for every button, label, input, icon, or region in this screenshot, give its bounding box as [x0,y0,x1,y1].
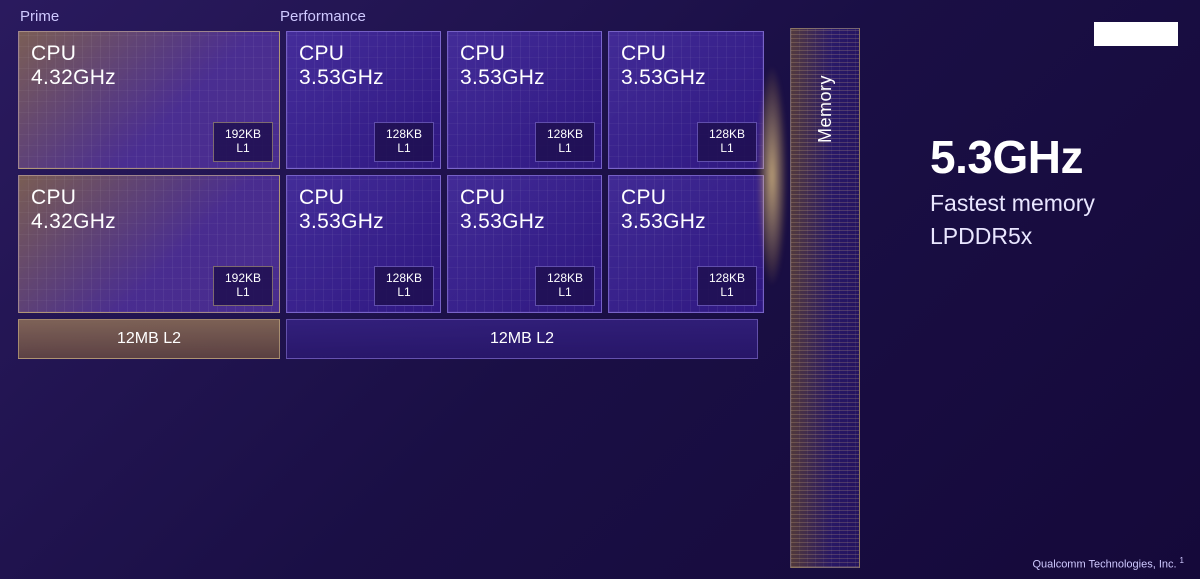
l1-size: 192KB [222,128,264,142]
l1-label: L1 [706,286,748,300]
core-title: CPU [460,186,589,210]
prime-label: Prime [18,8,274,25]
core-grid: CPU 4.32GHz 192KB L1 CPU 3.53GHz 128KB L… [18,31,758,313]
core-freq: 3.53GHz [621,66,751,90]
perf-core: CPU 3.53GHz 128KB L1 [286,175,441,313]
l2-row: 12MB L2 12MB L2 [18,319,758,359]
core-title: CPU [621,186,751,210]
prime-core: CPU 4.32GHz 192KB L1 [18,175,280,313]
l1-cache: 128KB L1 [374,122,434,162]
l1-label: L1 [383,286,425,300]
l1-cache: 128KB L1 [697,266,757,306]
headline-block: 5.3GHz Fastest memory LPDDR5x [930,130,1190,250]
l1-size: 128KB [544,128,586,142]
prime-core: CPU 4.32GHz 192KB L1 [18,31,280,169]
core-freq: 3.53GHz [299,66,428,90]
headline-speed: 5.3GHz [930,130,1190,184]
perf-core: CPU 3.53GHz 128KB L1 [286,31,441,169]
l1-label: L1 [383,142,425,156]
perf-core: CPU 3.53GHz 128KB L1 [447,31,602,169]
headline-line2: LPDDR5x [930,223,1190,250]
l1-size: 128KB [383,272,425,286]
cluster-labels: Prime Performance [18,8,758,25]
l1-size: 192KB [222,272,264,286]
l1-label: L1 [222,286,264,300]
core-freq: 4.32GHz [31,66,267,90]
l1-label: L1 [544,142,586,156]
l1-size: 128KB [706,272,748,286]
l1-cache: 128KB L1 [535,122,595,162]
footer-sup: 1 [1180,556,1184,565]
core-title: CPU [460,42,589,66]
core-title: CPU [621,42,751,66]
headline-line1: Fastest memory [930,190,1190,217]
l1-label: L1 [222,142,264,156]
prime-l2: 12MB L2 [18,319,280,359]
core-title: CPU [31,42,267,66]
l1-cache: 192KB L1 [213,122,273,162]
brand-logo [1094,22,1178,46]
performance-l2: 12MB L2 [286,319,758,359]
l1-cache: 128KB L1 [697,122,757,162]
performance-label: Performance [274,8,366,25]
core-freq: 3.53GHz [460,210,589,234]
l1-size: 128KB [383,128,425,142]
l1-label: L1 [544,286,586,300]
perf-core: CPU 3.53GHz 128KB L1 [608,31,764,169]
memory-label: Memory [815,75,836,143]
l1-label: L1 [706,142,748,156]
perf-core: CPU 3.53GHz 128KB L1 [608,175,764,313]
memory-column: Memory [790,28,860,568]
core-freq: 3.53GHz [621,210,751,234]
l1-cache: 128KB L1 [374,266,434,306]
l1-cache: 192KB L1 [213,266,273,306]
l1-size: 128KB [706,128,748,142]
core-title: CPU [31,186,267,210]
l1-size: 128KB [544,272,586,286]
core-title: CPU [299,186,428,210]
diagram-root: Prime Performance CPU 4.32GHz 192KB L1 C… [0,0,1200,579]
l1-cache: 128KB L1 [535,266,595,306]
footer-text: Qualcomm Technologies, Inc. [1032,559,1176,571]
core-title: CPU [299,42,428,66]
perf-core: CPU 3.53GHz 128KB L1 [447,175,602,313]
core-freq: 3.53GHz [460,66,589,90]
footer-attribution: Qualcomm Technologies, Inc. 1 [1032,556,1184,571]
core-freq: 4.32GHz [31,210,267,234]
cpu-block: Prime Performance CPU 4.32GHz 192KB L1 C… [18,8,758,359]
core-freq: 3.53GHz [299,210,428,234]
